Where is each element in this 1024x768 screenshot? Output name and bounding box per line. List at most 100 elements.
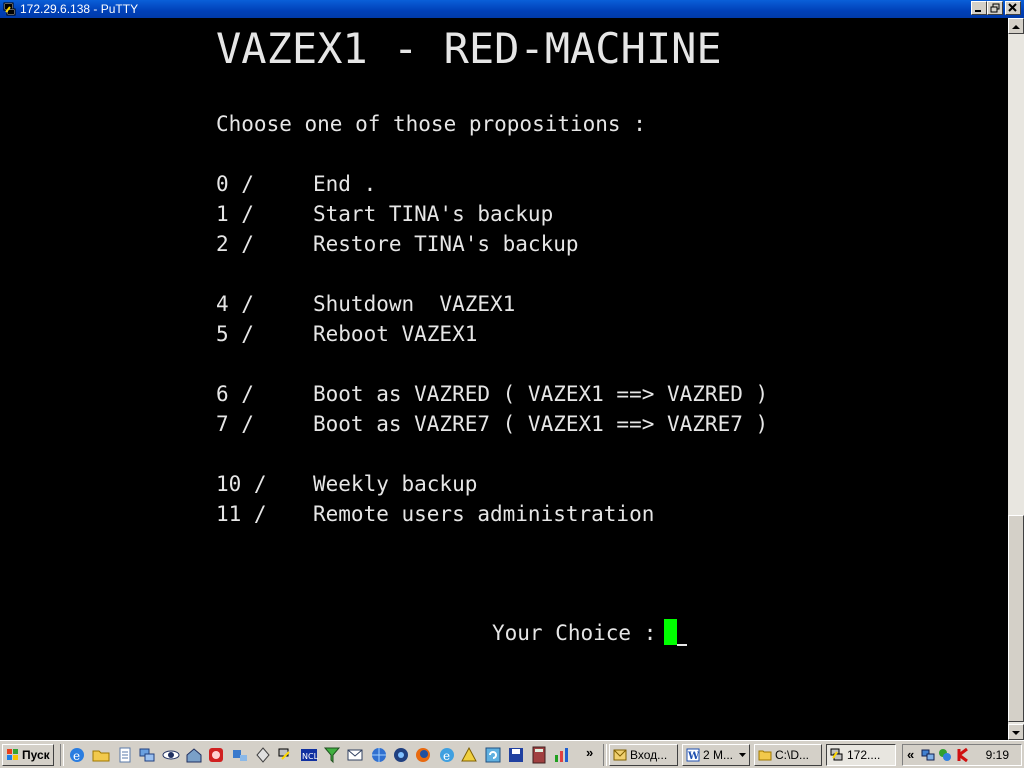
menu-item-number: 10 / bbox=[216, 472, 267, 496]
chevron-down-icon bbox=[739, 753, 746, 757]
menu-item-label: Boot as VAZRED ( VAZEX1 ==> VAZRED ) bbox=[313, 382, 769, 406]
firefox-icon[interactable] bbox=[414, 746, 432, 764]
menu-item-6: 6 / Boot as VAZRED ( VAZEX1 ==> VAZRED ) bbox=[216, 379, 768, 409]
arrow-down-icon bbox=[1012, 731, 1020, 735]
clock[interactable]: 9:19 bbox=[986, 748, 1009, 762]
scroll-down-button[interactable] bbox=[1008, 724, 1024, 740]
taskbar-separator bbox=[603, 744, 607, 766]
menu-item-label: End . bbox=[313, 172, 377, 196]
menu-item-1: 1 / Start TINA's backup bbox=[216, 199, 553, 229]
scroll-up-button[interactable] bbox=[1008, 18, 1024, 34]
menu-item-label: Boot as VAZRE7 ( VAZEX1 ==> VAZRE7 ) bbox=[313, 412, 769, 436]
ie2-icon[interactable]: e bbox=[438, 746, 456, 764]
house-icon[interactable] bbox=[185, 746, 203, 764]
close-button[interactable] bbox=[1005, 1, 1021, 15]
menu-item-7: 7 / Boot as VAZRE7 ( VAZEX1 ==> VAZRE7 ) bbox=[216, 409, 768, 439]
network-tray-icon[interactable] bbox=[921, 748, 935, 762]
svg-text:NCL: NCL bbox=[302, 752, 318, 761]
menu-item-number: 4 / bbox=[216, 292, 254, 316]
task-button-inbox[interactable]: Вход... bbox=[609, 744, 678, 766]
quicklaunch-more-button[interactable]: » bbox=[586, 745, 593, 760]
task-label: C:\D... bbox=[775, 748, 810, 762]
calc-icon[interactable] bbox=[530, 746, 548, 764]
network-icon[interactable] bbox=[138, 746, 156, 764]
connection-tray-icon[interactable] bbox=[938, 748, 952, 762]
refresh-icon[interactable] bbox=[484, 746, 502, 764]
menu-item-label: Shutdown VAZEX1 bbox=[313, 292, 516, 316]
menu-item-label: Restore TINA's backup bbox=[313, 232, 579, 256]
kaspersky-icon[interactable] bbox=[956, 748, 970, 762]
menu-item-number: 2 / bbox=[216, 232, 254, 256]
taskbar-separator bbox=[60, 744, 64, 766]
putty-icon bbox=[830, 748, 843, 761]
windows-logo-icon bbox=[7, 749, 18, 760]
window-titlebar[interactable]: 172.29.6.138 - PuTTY bbox=[0, 0, 1024, 18]
task-button-putty[interactable]: 172.... bbox=[826, 744, 896, 766]
svg-text:e: e bbox=[443, 749, 450, 763]
menu-item-label: Reboot VAZEX1 bbox=[313, 322, 478, 346]
instruction-text: Choose one of those propositions : bbox=[216, 112, 646, 136]
menu-item-label: Start TINA's backup bbox=[313, 202, 554, 226]
terminal-screen[interactable]: VAZEX1 - RED-MACHINE Choose one of those… bbox=[0, 18, 1008, 740]
filter-icon[interactable] bbox=[323, 746, 341, 764]
task-label: 172.... bbox=[847, 748, 881, 762]
key-icon[interactable] bbox=[277, 746, 295, 764]
window-title: 172.29.6.138 - PuTTY bbox=[20, 2, 139, 16]
menu-item-5: 5 / Reboot VAZEX1 bbox=[216, 319, 477, 349]
red-app-icon[interactable] bbox=[207, 746, 225, 764]
start-button[interactable]: Пуск bbox=[2, 744, 54, 766]
cursor-underline bbox=[677, 644, 688, 646]
menu-item-11: 11 / Remote users administration bbox=[216, 499, 654, 529]
menu-item-number: 5 / bbox=[216, 322, 254, 346]
taskbar: Пуск e NCL e » Вход... W 2 M... C:\D... … bbox=[0, 740, 1024, 768]
net-icon[interactable] bbox=[231, 746, 249, 764]
choice-prompt[interactable]: Your Choice : bbox=[492, 618, 688, 648]
task-button-explorer[interactable]: C:\D... bbox=[754, 744, 822, 766]
mail-icon[interactable] bbox=[346, 746, 364, 764]
media-icon[interactable] bbox=[392, 746, 410, 764]
save-icon[interactable] bbox=[507, 746, 525, 764]
menu-item-number: 6 / bbox=[216, 382, 254, 406]
menu-item-0: 0 / End . bbox=[216, 169, 376, 199]
drive-icon[interactable] bbox=[460, 746, 478, 764]
chart-icon[interactable] bbox=[553, 746, 571, 764]
menu-item-number: 1 / bbox=[216, 202, 254, 226]
eye-icon[interactable] bbox=[162, 746, 180, 764]
restore-button[interactable] bbox=[987, 1, 1003, 15]
task-label: 2 M... bbox=[703, 748, 734, 762]
folder-icon bbox=[758, 750, 772, 761]
text-cursor bbox=[664, 619, 678, 645]
nc-icon[interactable]: NCL bbox=[300, 746, 318, 764]
menu-item-label: Remote users administration bbox=[313, 502, 655, 526]
notepad-icon[interactable] bbox=[116, 746, 134, 764]
menu-item-number: 7 / bbox=[216, 412, 254, 436]
ie-icon[interactable]: e bbox=[68, 746, 86, 764]
plugin-icon[interactable] bbox=[254, 746, 272, 764]
menu-item-label: Weekly backup bbox=[313, 472, 478, 496]
menu-item-10: 10 / Weekly backup bbox=[216, 469, 477, 499]
globe-icon[interactable] bbox=[370, 746, 388, 764]
start-label: Пуск bbox=[22, 748, 50, 762]
menu-item-2: 2 / Restore TINA's backup bbox=[216, 229, 579, 259]
minimize-icon bbox=[975, 10, 981, 12]
menu-item-number: 11 / bbox=[216, 502, 267, 526]
task-button-word[interactable]: W 2 M... bbox=[682, 744, 750, 766]
system-tray: « 9:19 bbox=[902, 744, 1022, 766]
folder-icon[interactable] bbox=[92, 746, 110, 764]
outlook-icon bbox=[613, 749, 627, 761]
task-label: Вход... bbox=[630, 748, 668, 762]
word-icon: W bbox=[686, 748, 700, 762]
tray-collapse-button[interactable]: « bbox=[907, 747, 914, 762]
scroll-thumb[interactable] bbox=[1008, 515, 1024, 722]
putty-icon bbox=[3, 2, 16, 16]
machine-heading: VAZEX1 - RED-MACHINE bbox=[216, 24, 722, 73]
choice-prompt-label: Your Choice : bbox=[492, 621, 657, 645]
vertical-scrollbar[interactable] bbox=[1008, 18, 1024, 740]
restore-icon bbox=[990, 3, 1000, 13]
svg-text:W: W bbox=[687, 751, 700, 762]
arrow-up-icon bbox=[1012, 25, 1020, 29]
minimize-button[interactable] bbox=[971, 1, 987, 15]
menu-item-number: 0 / bbox=[216, 172, 254, 196]
svg-text:e: e bbox=[73, 749, 80, 763]
menu-item-4: 4 / Shutdown VAZEX1 bbox=[216, 289, 515, 319]
